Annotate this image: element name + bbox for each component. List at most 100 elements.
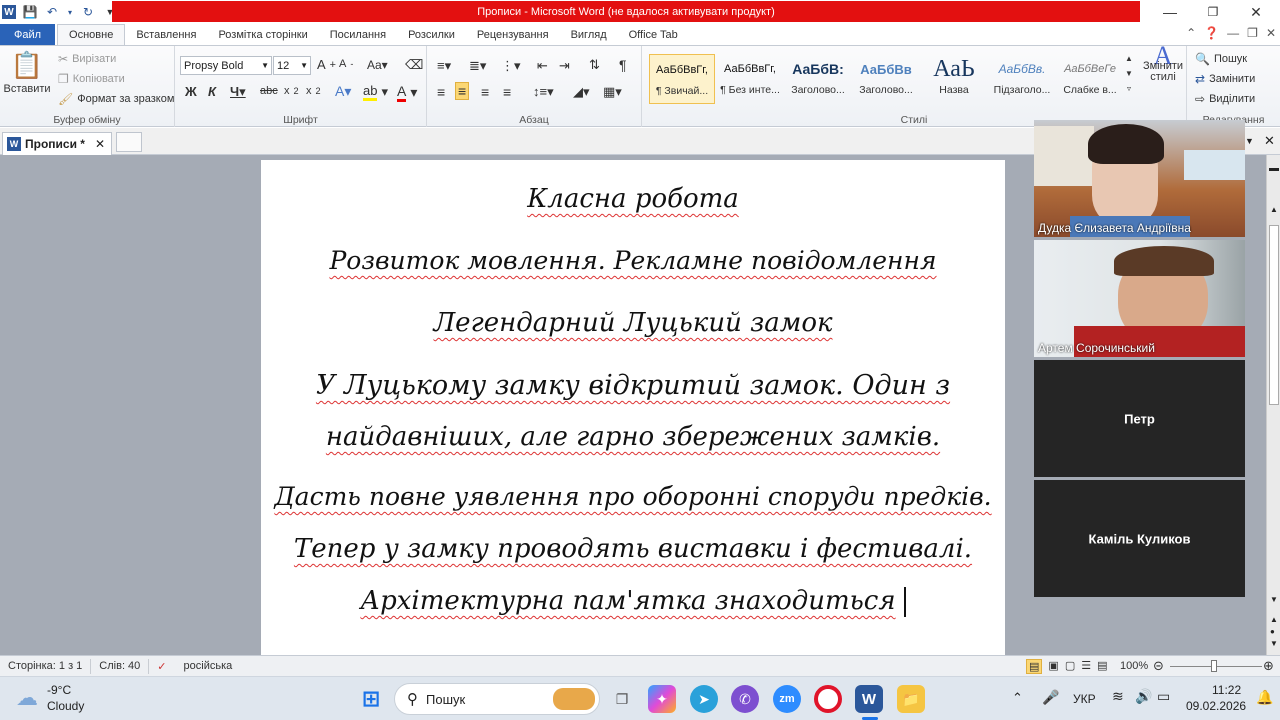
shading-button[interactable]: ◢▾ xyxy=(573,84,590,100)
weather-temp[interactable]: -9°C xyxy=(47,683,71,697)
clock-time[interactable]: 11:22 xyxy=(1212,683,1241,697)
weather-icon[interactable]: ☁ xyxy=(16,685,38,711)
minimize-button[interactable]: — xyxy=(1148,0,1192,24)
restore-button[interactable]: ❐ xyxy=(1191,0,1235,24)
word-count[interactable]: Слів: 40 xyxy=(91,658,150,674)
zoom-icon[interactable]: zm xyxy=(773,685,801,713)
battery-icon[interactable]: ▭ xyxy=(1157,688,1170,705)
tab-review[interactable]: Рецензування xyxy=(466,24,560,45)
show-marks-button[interactable]: ¶ xyxy=(619,57,627,73)
zoom-level[interactable]: 100% xyxy=(1120,660,1148,672)
volume-icon[interactable]: 🔊 xyxy=(1135,688,1152,705)
browse-object-icon[interactable]: ● xyxy=(1270,627,1275,636)
styles-scroll-arrows[interactable]: ▲ ▼ ▿ xyxy=(1124,54,1134,93)
change-styles-button[interactable]: A Змінити стилі xyxy=(1142,43,1184,83)
outline-icon[interactable]: ☰ xyxy=(1081,659,1091,674)
paste-button[interactable]: 📋 Вставити xyxy=(3,50,50,95)
clear-formatting-button[interactable]: ⌫ xyxy=(405,57,423,73)
scroll-down-arrow[interactable]: ▼ xyxy=(1270,595,1278,604)
ribbon-collapse-icon[interactable]: ⌃ xyxy=(1186,26,1196,40)
tab-close-all-icon[interactable]: ✕ xyxy=(1264,133,1275,149)
participant-tile[interactable]: Артем Сорочинський xyxy=(1034,240,1245,357)
scroll-split-icon[interactable]: ▬ xyxy=(1269,163,1279,174)
style-no-spacing[interactable]: АаБбВвГг, ¶ Без инте... xyxy=(717,54,783,104)
find-button[interactable]: 🔍 Пошук xyxy=(1195,52,1247,66)
align-right-button[interactable]: ≡ xyxy=(481,84,489,100)
zoom-in-icon[interactable]: ⊕ xyxy=(1263,658,1274,674)
increase-indent-button[interactable]: ⇥ xyxy=(559,58,570,74)
numbering-button[interactable]: ≣▾ xyxy=(469,58,486,74)
file-explorer-icon[interactable]: 📁 xyxy=(897,685,925,713)
underline-button[interactable]: Ч▾ xyxy=(230,84,246,100)
input-language[interactable]: УКР xyxy=(1073,692,1096,706)
redo-icon[interactable]: ↻ xyxy=(80,4,96,20)
participant-tile[interactable]: Петр xyxy=(1034,360,1245,477)
sort-button[interactable]: ⇅ xyxy=(589,57,600,73)
document-page[interactable]: Класна робота Розвиток мовлення. Рекламн… xyxy=(261,160,1005,655)
scroll-thumb[interactable] xyxy=(1269,225,1279,405)
word-app-icon[interactable]: W xyxy=(2,5,16,19)
participant-tile[interactable]: Каміль Куликов xyxy=(1034,480,1245,597)
weather-condition[interactable]: Cloudy xyxy=(47,699,84,713)
strikethrough-button[interactable]: abc xyxy=(260,85,278,97)
tab-view[interactable]: Вигляд xyxy=(560,24,618,45)
vertical-scrollbar[interactable]: ▬ ▲ ▼ ▲ ● ▼ xyxy=(1266,155,1280,655)
align-left-button[interactable]: ≡ xyxy=(437,84,445,100)
next-page-icon[interactable]: ▼ xyxy=(1270,639,1278,648)
start-icon[interactable]: ⊞ xyxy=(357,685,385,713)
font-color-button[interactable]: A ▾ xyxy=(397,83,417,102)
shrink-font-button[interactable]: A- xyxy=(339,58,353,70)
tray-chevron-icon[interactable]: ⌃ xyxy=(1012,690,1023,706)
new-tab-button[interactable] xyxy=(116,132,142,152)
viber-icon[interactable]: ✆ xyxy=(731,685,759,713)
close-tab-icon[interactable]: ✕ xyxy=(95,137,105,151)
window-minimize-icon[interactable]: — xyxy=(1227,26,1239,40)
window-restore-icon[interactable]: ❐ xyxy=(1247,26,1258,40)
undo-icon[interactable]: ↶ xyxy=(44,4,60,20)
borders-button[interactable]: ▦▾ xyxy=(603,84,622,100)
font-size-select[interactable]: 12 ▼ xyxy=(273,56,311,75)
subscript-button[interactable]: x2 xyxy=(284,85,299,97)
italic-button[interactable]: К xyxy=(208,84,216,99)
text-effects-button[interactable]: A▾ xyxy=(335,83,351,100)
notifications-icon[interactable]: 🔔 xyxy=(1256,689,1273,706)
copilot-icon[interactable]: ✦ xyxy=(648,685,676,713)
save-icon[interactable]: 💾 xyxy=(22,4,38,20)
web-layout-icon[interactable]: ▢ xyxy=(1065,659,1075,674)
word-taskbar-icon[interactable]: W xyxy=(855,685,883,713)
tab-office-tab[interactable]: Office Tab xyxy=(618,24,689,45)
format-painter-button[interactable]: 🖌 Формат за зразком xyxy=(58,92,174,106)
style-title[interactable]: АаЬ Назва xyxy=(921,54,987,104)
proofing-status[interactable]: ✓ російська xyxy=(149,659,240,674)
grow-font-button[interactable]: A + xyxy=(317,57,336,72)
bullets-button[interactable]: ≡▾ xyxy=(437,58,451,74)
font-name-select[interactable]: Propsy Bold ▼ xyxy=(180,56,272,75)
tab-references[interactable]: Посилання xyxy=(319,24,397,45)
zoom-slider-thumb[interactable] xyxy=(1211,660,1217,672)
task-view-icon[interactable]: ❐ xyxy=(608,685,636,713)
tab-home[interactable]: Основне xyxy=(57,24,126,45)
cut-button[interactable]: ✂ Вирізати xyxy=(58,52,116,66)
decrease-indent-button[interactable]: ⇤ xyxy=(537,58,548,74)
line-spacing-button[interactable]: ↕≡▾ xyxy=(533,84,554,100)
multilevel-list-button[interactable]: ⋮▾ xyxy=(501,58,521,74)
align-center-button[interactable]: ≡ xyxy=(455,82,470,100)
style-normal[interactable]: АаБбВвГг, ¶ Звичай... xyxy=(649,54,715,104)
tab-mailings[interactable]: Розсилки xyxy=(397,24,466,45)
copy-button[interactable]: ❐ Копіювати xyxy=(58,72,125,86)
print-layout-icon[interactable]: ▤ xyxy=(1026,659,1043,674)
telegram-icon[interactable]: ➤ xyxy=(690,685,718,713)
style-heading-2[interactable]: АаБбВв Заголово... xyxy=(853,54,919,104)
style-heading-1[interactable]: АаБбВ: Заголово... xyxy=(785,54,851,104)
participant-tile[interactable]: Дудка Єлизавета Андріївна xyxy=(1034,120,1245,237)
tab-page-layout[interactable]: Розмітка сторінки xyxy=(207,24,318,45)
page-count[interactable]: Сторінка: 1 з 1 xyxy=(0,658,92,674)
prev-page-icon[interactable]: ▲ xyxy=(1270,615,1278,624)
highlight-button[interactable]: ab ▾ xyxy=(363,83,388,101)
superscript-button[interactable]: x2 xyxy=(306,85,321,97)
help-icon[interactable]: ❓ xyxy=(1204,26,1219,40)
opera-icon[interactable] xyxy=(814,685,842,713)
justify-button[interactable]: ≡ xyxy=(503,84,511,100)
zoom-out-icon[interactable]: ⊝ xyxy=(1153,658,1164,674)
close-button[interactable]: ✕ xyxy=(1234,0,1278,24)
